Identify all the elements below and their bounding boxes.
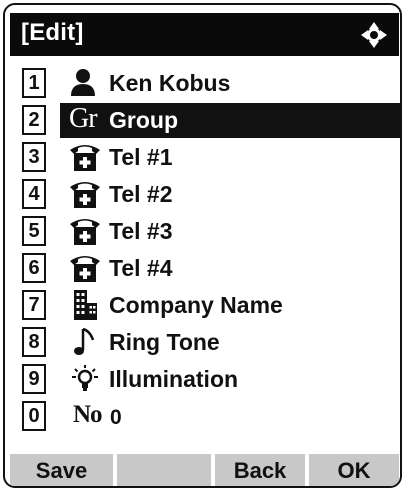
menu-item-label: Tel #2 bbox=[109, 181, 173, 207]
menu-item-number[interactable]: 0 No 0 bbox=[5, 399, 400, 434]
blank-softkey[interactable] bbox=[117, 454, 211, 486]
menu-item-label: Ken Kobus bbox=[109, 70, 231, 96]
key-number: 6 bbox=[22, 253, 46, 283]
phone-display: [Edit] 1 Ken Kobus 2 Gr Group 3 Tel #1 4… bbox=[3, 3, 402, 488]
key-number: 4 bbox=[22, 179, 46, 209]
menu-item-tel-2[interactable]: 4 Tel #2 bbox=[5, 177, 400, 212]
menu-item-label: Group bbox=[109, 107, 178, 133]
menu-item-tel-3[interactable]: 5 Tel #3 bbox=[5, 214, 400, 249]
key-number: 9 bbox=[22, 364, 46, 394]
menu-item-label: 0 bbox=[110, 406, 122, 429]
save-softkey[interactable]: Save bbox=[10, 454, 113, 486]
menu-item-tel-1[interactable]: 3 Tel #1 bbox=[5, 140, 400, 175]
key-number: 5 bbox=[22, 216, 46, 246]
menu-item-ring-tone[interactable]: 8 Ring Tone bbox=[5, 325, 400, 360]
softkey-bar: Save Back OK bbox=[10, 454, 399, 486]
menu-item-company-name[interactable]: 7 Company Name bbox=[5, 288, 400, 323]
telephone-icon bbox=[68, 215, 102, 247]
page-title: [Edit] bbox=[21, 19, 84, 46]
key-number: 8 bbox=[22, 327, 46, 357]
four-way-navigation-icon bbox=[361, 22, 387, 48]
ok-softkey[interactable]: OK bbox=[309, 454, 399, 486]
group-icon: Gr bbox=[69, 103, 98, 134]
music-note-icon bbox=[68, 326, 102, 358]
menu-item-label: Illumination bbox=[109, 366, 239, 392]
menu-item-group[interactable]: 2 Gr Group bbox=[5, 103, 400, 138]
key-number: 1 bbox=[22, 68, 46, 98]
number-icon: No bbox=[73, 401, 103, 428]
menu-item-label: Tel #4 bbox=[109, 255, 173, 281]
key-number: 0 bbox=[22, 401, 46, 431]
key-number: 2 bbox=[22, 105, 46, 135]
building-icon bbox=[68, 289, 102, 321]
menu-item-tel-4[interactable]: 6 Tel #4 bbox=[5, 251, 400, 286]
menu-item-illumination[interactable]: 9 Illumination bbox=[5, 362, 400, 397]
back-softkey[interactable]: Back bbox=[215, 454, 305, 486]
telephone-icon bbox=[68, 178, 102, 210]
key-number: 7 bbox=[22, 290, 46, 320]
menu-item-label: Tel #3 bbox=[109, 218, 173, 244]
menu-item-label: Tel #1 bbox=[109, 144, 173, 170]
telephone-icon bbox=[68, 252, 102, 284]
light-bulb-icon bbox=[68, 363, 102, 395]
menu-item-name[interactable]: 1 Ken Kobus bbox=[5, 66, 400, 101]
title-bar: [Edit] bbox=[10, 13, 399, 56]
menu-item-label: Ring Tone bbox=[109, 329, 220, 355]
telephone-icon bbox=[68, 141, 102, 173]
menu-item-label: Company Name bbox=[109, 292, 283, 318]
key-number: 3 bbox=[22, 142, 46, 172]
person-icon bbox=[68, 67, 102, 99]
